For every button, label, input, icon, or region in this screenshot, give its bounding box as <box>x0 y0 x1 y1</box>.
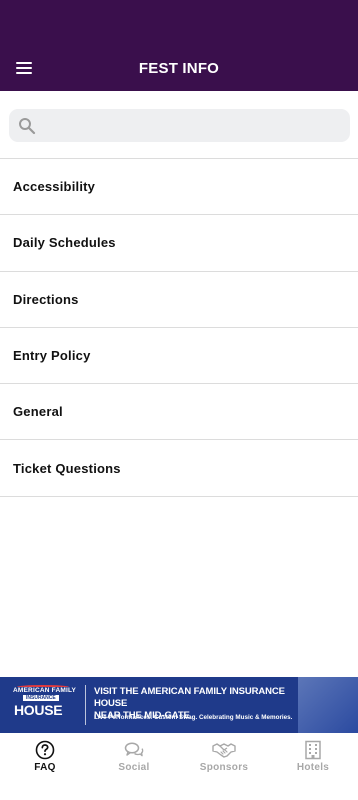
logo-line3: HOUSE <box>14 702 63 718</box>
tab-hotels[interactable]: Hotels <box>268 733 358 800</box>
tab-social[interactable]: Social <box>89 733 179 800</box>
chat-bubbles-icon <box>124 742 144 757</box>
search-icon <box>19 118 36 135</box>
tab-label: Sponsors <box>199 762 249 773</box>
faq-item-entry-policy[interactable]: Entry Policy <box>0 328 358 385</box>
ad-divider <box>85 685 86 725</box>
search-bar[interactable] <box>9 109 350 142</box>
faq-item-label: General <box>13 404 63 420</box>
faq-item-daily-schedules[interactable]: Daily Schedules <box>0 215 358 272</box>
building-icon <box>305 740 321 760</box>
tab-label: Social <box>118 762 150 773</box>
tab-label: FAQ <box>34 762 56 773</box>
ad-headline-line1: VISIT THE AMERICAN FAMILY INSURANCE HOUS… <box>94 686 285 709</box>
tab-sponsors[interactable]: Sponsors <box>179 733 269 800</box>
faq-item-directions[interactable]: Directions <box>0 272 358 328</box>
ad-subtext: Live Performances. Custom Swag. Celebrat… <box>94 714 293 721</box>
page-title: FEST INFO <box>138 60 220 77</box>
search-input[interactable] <box>45 109 340 142</box>
faq-item-accessibility[interactable]: Accessibility <box>0 159 358 216</box>
faq-category-list: Accessibility Daily Schedules Directions… <box>0 158 358 497</box>
sponsor-ad-banner[interactable]: AMERICAN FAMILY INSURANCE HOUSE VISIT TH… <box>0 677 358 733</box>
logo-line2: INSURANCE <box>23 695 59 701</box>
tab-faq[interactable]: FAQ <box>0 733 90 800</box>
faq-item-label: Ticket Questions <box>13 460 121 476</box>
faq-item-label: Daily Schedules <box>13 235 116 251</box>
app-header: FEST INFO <box>0 0 358 91</box>
faq-item-label: Entry Policy <box>13 348 91 364</box>
faq-item-label: Directions <box>13 291 79 307</box>
tab-label: Hotels <box>296 762 330 773</box>
handshake-icon <box>212 743 236 758</box>
faq-item-label: Accessibility <box>13 179 96 195</box>
logo-line1: AMERICAN FAMILY <box>13 687 77 694</box>
question-circle-icon <box>35 740 55 760</box>
faq-item-general[interactable]: General <box>0 384 358 441</box>
bottom-tab-bar: FAQ Social Sponsors Hotels <box>0 733 358 800</box>
faq-item-ticket-questions[interactable]: Ticket Questions <box>0 440 358 497</box>
american-family-logo: AMERICAN FAMILY INSURANCE HOUSE <box>11 685 77 725</box>
